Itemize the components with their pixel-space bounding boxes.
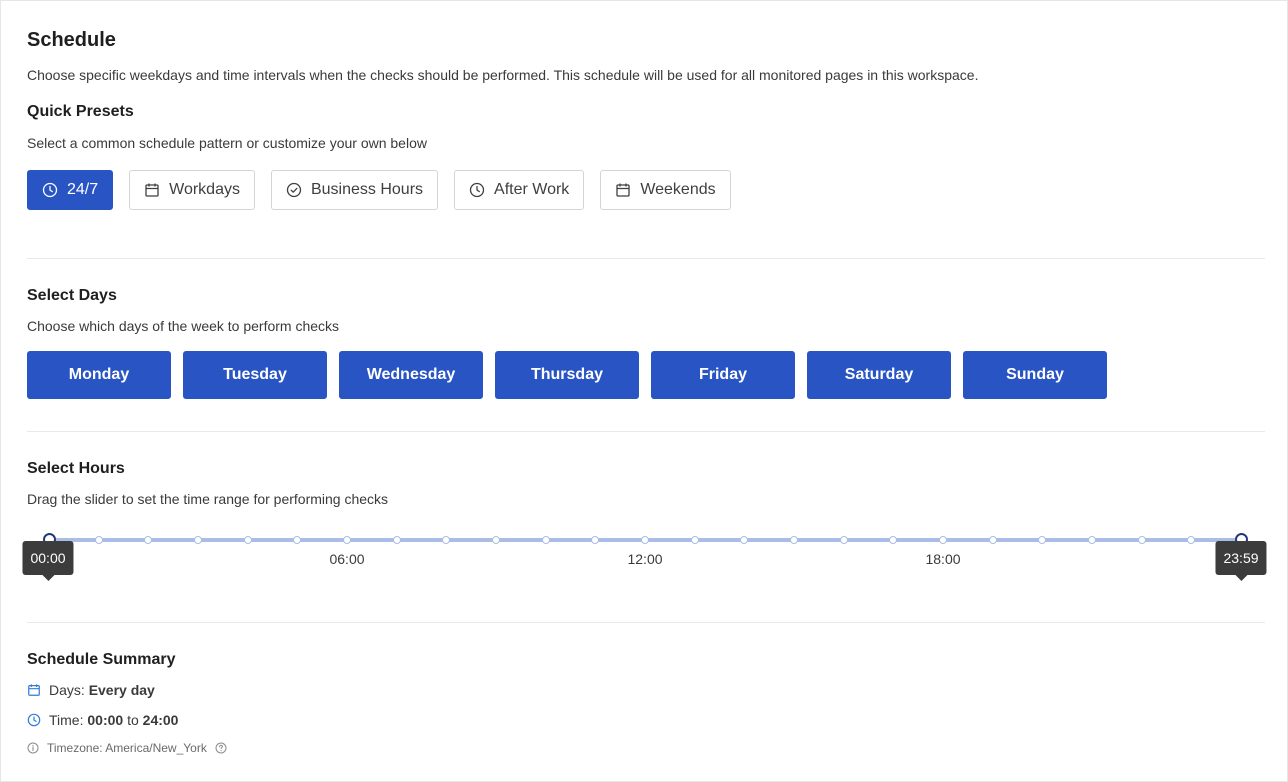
hour-tick (641, 536, 649, 544)
day-monday-button[interactable]: Monday (27, 351, 171, 399)
day-tuesday-button[interactable]: Tuesday (183, 351, 327, 399)
hour-tick (591, 536, 600, 544)
calendar-icon (27, 683, 41, 697)
hour-tick (243, 536, 252, 544)
hour-tick (194, 536, 202, 544)
calendar-icon (144, 182, 160, 198)
select-hours-subtitle: Drag the slider to set the time range fo… (27, 491, 389, 507)
check-circle-icon (286, 182, 302, 198)
quick-presets-subtitle: Select a common schedule pattern or cust… (27, 135, 427, 151)
page-title: Schedule (27, 29, 116, 51)
divider (27, 622, 1265, 623)
day-wednesday-button[interactable]: Wednesday (339, 351, 483, 399)
tick-label-1200: 12:00 (627, 551, 663, 567)
hour-tick (1187, 536, 1196, 544)
quick-presets-heading: Quick Presets (27, 103, 134, 120)
clock-icon (42, 182, 58, 198)
hour-tick (889, 536, 898, 544)
schedule-summary-heading: Schedule Summary (27, 651, 176, 668)
clock-icon (27, 713, 41, 727)
summary-days-value: Every day (88, 682, 155, 698)
preset-business-hours-button[interactable]: Business Hours (270, 170, 439, 210)
divider (27, 431, 1265, 432)
day-sunday-button[interactable]: Sunday (963, 351, 1107, 399)
day-thursday-button[interactable]: Thursday (495, 351, 639, 399)
hours-slider[interactable]: 06:00 12:00 18:00 00:00 23:59 (22, 529, 1267, 599)
hour-tick (94, 536, 103, 544)
summary-days: Days: Every day (27, 682, 155, 698)
clock-icon (469, 182, 485, 198)
day-buttons: Monday Tuesday Wednesday Thursday Friday… (27, 351, 1107, 399)
summary-timezone: Timezone: America/New_York (27, 741, 227, 755)
select-hours-heading: Select Hours (27, 460, 125, 477)
preset-label: 24/7 (67, 181, 99, 198)
hour-tick (790, 536, 798, 544)
preset-workdays-button[interactable]: Workdays (129, 170, 255, 210)
day-saturday-button[interactable]: Saturday (807, 351, 951, 399)
preset-after-work-button[interactable]: After Work (454, 170, 585, 210)
hour-tick (690, 536, 699, 544)
preset-label: Workdays (169, 181, 240, 198)
hour-tick (144, 536, 153, 544)
hour-tick (939, 536, 947, 544)
preset-label: Business Hours (310, 181, 424, 198)
summary-days-label: Days: (49, 682, 89, 698)
preset-buttons: 24/7 Workdays Business Hours After Work (27, 170, 731, 210)
hour-tick (1038, 536, 1047, 544)
summary-time: Time: 00:00 to 24:00 (27, 712, 178, 728)
hour-tick (839, 536, 848, 544)
preset-label: Weekends (640, 181, 716, 198)
page-description: Choose specific weekdays and time interv… (27, 67, 979, 83)
select-days-subtitle: Choose which days of the week to perform… (27, 318, 340, 334)
hour-tick (740, 536, 749, 544)
preset-label: After Work (494, 181, 570, 198)
preset-24-7-button[interactable]: 24/7 (27, 170, 114, 210)
end-time-tooltip: 23:59 (1215, 541, 1267, 581)
hour-tick (392, 536, 401, 544)
divider (27, 258, 1265, 259)
hour-tick (343, 536, 351, 544)
preset-weekends-button[interactable]: Weekends (600, 170, 731, 210)
select-days-heading: Select Days (27, 287, 117, 304)
day-friday-button[interactable]: Friday (651, 351, 795, 399)
hour-tick (988, 536, 997, 544)
summary-time-to: to (123, 712, 143, 728)
hour-tick (442, 536, 451, 544)
help-icon[interactable] (215, 742, 227, 754)
summary-time-start: 00:00 (87, 712, 124, 728)
hour-tick (1088, 536, 1096, 544)
tick-label-1800: 18:00 (925, 551, 961, 567)
summary-time-label: Time: (49, 712, 88, 728)
hour-tick (492, 536, 500, 544)
start-time-tooltip: 00:00 (22, 541, 74, 581)
info-icon (27, 742, 39, 754)
summary-time-end: 24:00 (142, 712, 179, 728)
schedule-panel: Schedule Choose specific weekdays and ti… (0, 0, 1288, 782)
hour-tick (293, 536, 302, 544)
calendar-icon (615, 182, 631, 198)
hour-tick (541, 536, 550, 544)
tick-label-0600: 06:00 (329, 551, 365, 567)
hour-tick (1137, 536, 1146, 544)
timezone-text: Timezone: America/New_York (47, 741, 207, 755)
